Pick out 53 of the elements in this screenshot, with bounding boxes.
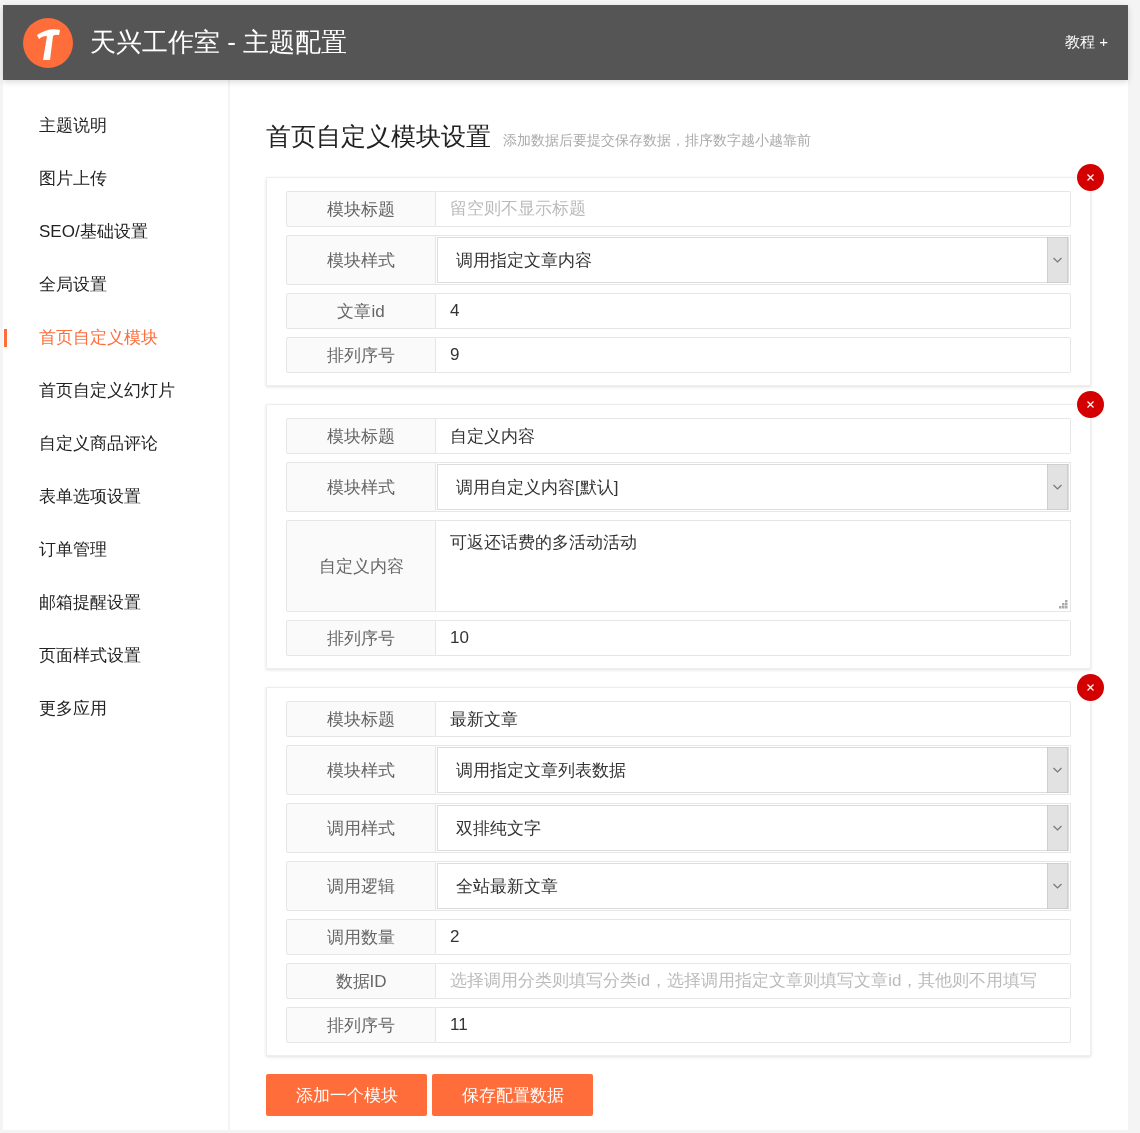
close-icon: [1087, 174, 1094, 181]
tutorial-menu[interactable]: 教程 +: [1065, 33, 1108, 52]
text-field[interactable]: 选择调用分类则填写分类id，选择调用指定文章则填写文章id，其他则不用填写: [436, 963, 1071, 999]
sidebar-item[interactable]: 首页自定义幻灯片: [3, 373, 228, 426]
field-label: 文章id: [286, 293, 436, 329]
field-label: 模块样式: [286, 462, 436, 512]
text-field[interactable]: 2: [436, 919, 1071, 955]
field-label: 模块样式: [286, 745, 436, 795]
close-icon: [1087, 684, 1094, 691]
close-icon: [1087, 401, 1094, 408]
field-label: 模块标题: [286, 418, 436, 454]
text-field[interactable]: 最新文章: [436, 701, 1071, 737]
sidebar-item[interactable]: 自定义商品评论: [3, 426, 228, 479]
field-label: 模块标题: [286, 191, 436, 227]
text-field[interactable]: 4: [436, 293, 1071, 329]
resize-grip-icon[interactable]: [1058, 599, 1068, 609]
text-field[interactable]: 9: [436, 337, 1071, 373]
close-button[interactable]: [1077, 391, 1104, 418]
close-button[interactable]: [1077, 164, 1104, 191]
sidebar-item[interactable]: 图片上传: [3, 161, 228, 214]
field-label: 数据ID: [286, 963, 436, 999]
dropdown[interactable]: 双排纯文字: [437, 805, 1069, 851]
text-field[interactable]: 10: [436, 620, 1071, 656]
close-button[interactable]: [1077, 674, 1104, 701]
page-heading: 首页自定义模块设置: [266, 121, 491, 152]
dropdown[interactable]: 调用指定文章内容: [437, 237, 1069, 283]
field-label: 模块标题: [286, 701, 436, 737]
field-label: 自定义内容: [286, 520, 436, 612]
sidebar-item[interactable]: SEO/基础设置: [3, 214, 228, 267]
field-label: 模块样式: [286, 235, 436, 285]
sidebar-item[interactable]: 邮箱提醒设置: [3, 585, 228, 638]
app-title: 天兴工作室 - 主题配置: [90, 26, 349, 59]
text-field[interactable]: 11: [436, 1007, 1071, 1043]
sidebar-item[interactable]: 表单选项设置: [3, 479, 228, 532]
sidebar-item[interactable]: 页面样式设置: [3, 638, 228, 691]
dropdown[interactable]: 全站最新文章: [437, 863, 1069, 909]
logo-icon: [23, 17, 73, 68]
dropdown[interactable]: 调用自定义内容[默认]: [437, 464, 1069, 510]
text-field[interactable]: 自定义内容: [436, 418, 1071, 454]
field-label: 排列序号: [286, 1007, 436, 1043]
sidebar-item[interactable]: 全局设置: [3, 267, 228, 320]
dropdown[interactable]: 调用指定文章列表数据: [437, 747, 1069, 793]
sidebar-item[interactable]: 主题说明: [3, 108, 228, 161]
field-label: 排列序号: [286, 620, 436, 656]
sidebar-item[interactable]: 更多应用: [3, 691, 228, 744]
field-label: 调用数量: [286, 919, 436, 955]
hint-text: 添加数据后要提交保存数据，排序数字越小越靠前: [503, 132, 811, 150]
field-label: 调用逻辑: [286, 861, 436, 911]
sidebar-item[interactable]: 订单管理: [3, 532, 228, 585]
field-label: 排列序号: [286, 337, 436, 373]
content-field[interactable]: 可返还话费的多活动活动: [436, 520, 1071, 612]
text-field[interactable]: 留空则不显示标题: [436, 191, 1071, 227]
field-label: 调用样式: [286, 803, 436, 853]
